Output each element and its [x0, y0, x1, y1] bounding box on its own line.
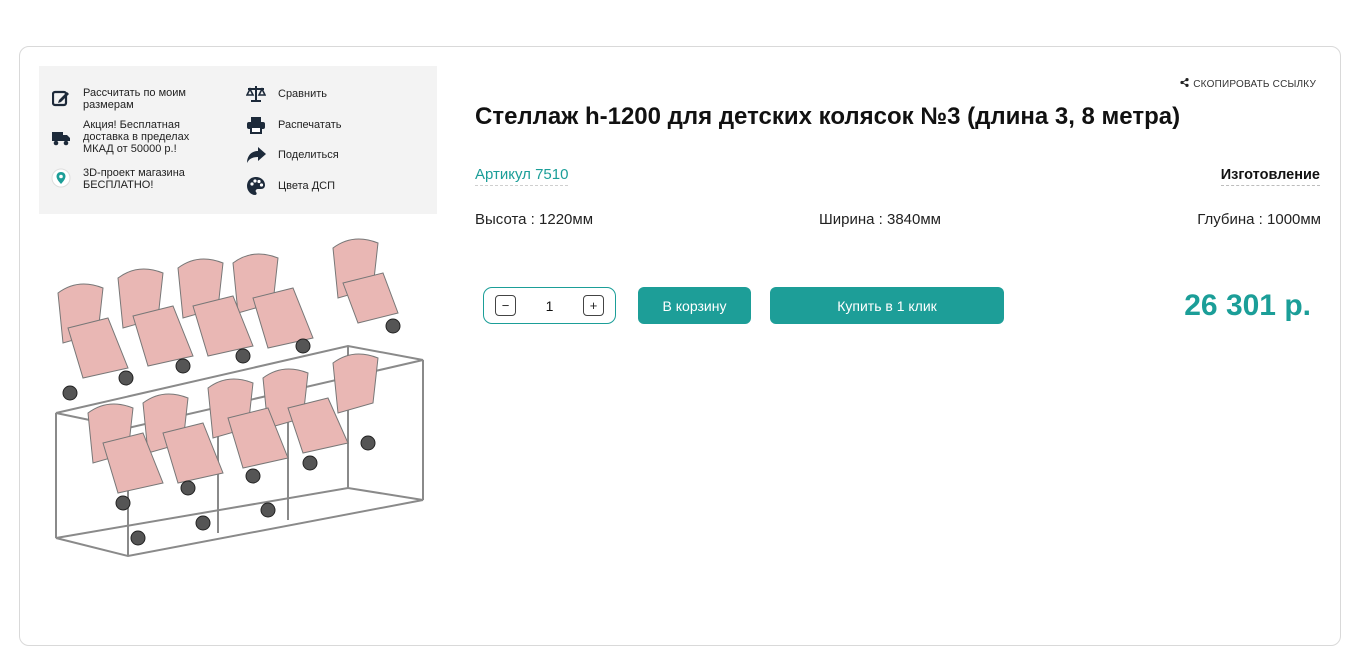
add-to-cart-button[interactable]: В корзину: [638, 287, 751, 324]
quantity-decrease-button[interactable]: −: [495, 295, 516, 316]
spec-height: Высота : 1220мм: [475, 211, 594, 228]
copy-link-button[interactable]: СКОПИРОВАТЬ ССЫЛКУ: [1180, 78, 1316, 90]
share-arrow-icon: [245, 144, 267, 166]
manufacture-link[interactable]: Изготовление: [1220, 167, 1320, 186]
buy-one-click-button[interactable]: Купить в 1 клик: [770, 287, 1004, 324]
info-panel: Рассчитать по моим размерам Акция! Беспл…: [39, 66, 437, 214]
calc-my-size-link[interactable]: Рассчитать по моим размерам: [50, 87, 208, 111]
share-icon: [1180, 78, 1189, 90]
price: 26 301 р.: [1184, 289, 1311, 322]
quantity-stepper: − +: [483, 287, 616, 324]
printer-icon: [245, 114, 267, 136]
share-link[interactable]: Поделиться: [245, 144, 368, 166]
free-delivery-link[interactable]: Акция! Бесплатная доставка в пределах МК…: [50, 119, 208, 155]
scales-icon: [245, 83, 267, 105]
product-image[interactable]: [48, 238, 428, 558]
truck-icon: [50, 127, 72, 149]
3d-project-link[interactable]: 3D-проект магазина БЕСПЛАТНО!: [50, 167, 208, 191]
quantity-input[interactable]: [524, 297, 575, 315]
product-title: Стеллаж h-1200 для детских колясок №3 (д…: [475, 103, 1181, 130]
sku-label: Артикул 7510: [475, 166, 569, 186]
palette-icon: [245, 175, 267, 197]
location-pin-icon: [50, 167, 72, 189]
compare-link[interactable]: Сравнить: [245, 83, 368, 105]
edit-icon: [50, 87, 72, 109]
spec-width: Ширина : 3840мм: [819, 211, 941, 228]
spec-depth: Глубина : 1000мм: [1197, 211, 1321, 228]
print-link[interactable]: Распечатать: [245, 114, 368, 136]
quantity-increase-button[interactable]: +: [583, 295, 604, 316]
chipboard-colors-link[interactable]: Цвета ДСП: [245, 175, 368, 197]
